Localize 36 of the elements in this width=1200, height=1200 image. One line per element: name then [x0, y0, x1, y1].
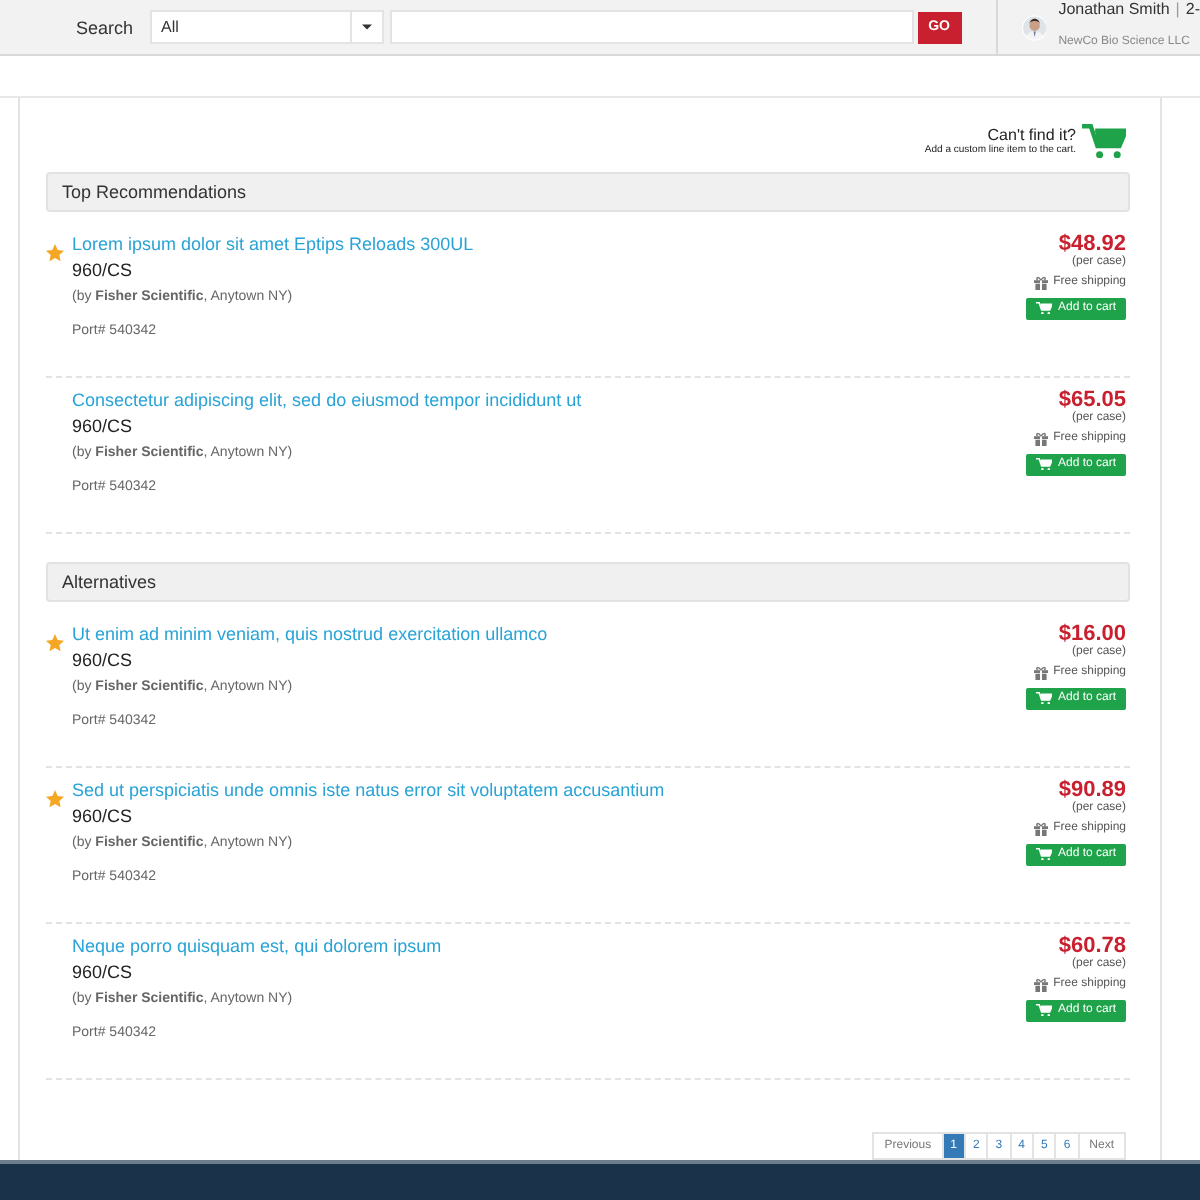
section-header: Top Recommendations	[46, 171, 1130, 212]
separator-text: |	[1175, 0, 1180, 19]
gift-icon	[1033, 275, 1048, 290]
caret-icon	[361, 24, 372, 31]
cant-find-title: Can't find it?	[985, 126, 1076, 145]
price: $90.89	[1058, 779, 1126, 802]
gift-icon	[1033, 977, 1048, 992]
cart-icon	[1035, 691, 1052, 705]
pack-size: 960/CS	[72, 959, 135, 986]
price: $65.05	[1058, 389, 1126, 412]
cart-icon	[1035, 457, 1052, 471]
cart-icon	[1035, 1003, 1052, 1017]
search-field[interactable]	[389, 10, 914, 45]
pack-size: 960/CS	[72, 647, 135, 674]
cart-icon	[1035, 847, 1052, 861]
price: $60.78	[1058, 935, 1126, 958]
gift-icon	[1033, 665, 1048, 680]
price: $48.92	[1058, 233, 1126, 256]
pack-size: 960/CS	[72, 413, 135, 440]
pack-size: 960/CS	[72, 257, 135, 284]
product-title-link[interactable]: Consectetur adipiscing elit, sed do eiusmod tempor incididunt ut	[72, 387, 582, 414]
price: $16.00	[1058, 623, 1126, 646]
search-label: Search	[76, 17, 134, 38]
section-header: Alternatives	[46, 561, 1130, 602]
gift-icon	[1033, 821, 1048, 836]
cart-icon	[1035, 301, 1052, 315]
product-title-link[interactable]: Neque porro quisquam est, qui dolorem ipsum	[72, 933, 442, 960]
product-title-link[interactable]: Sed ut perspiciatis unde omnis iste natus error sit voluptatem accusantium	[72, 777, 665, 804]
gift-icon	[1033, 431, 1048, 446]
cart-icon	[1082, 123, 1126, 159]
category-select[interactable]: All	[149, 10, 384, 45]
product-title-link[interactable]: Lorem ipsum dolor sit amet Eptips Reloads 300UL	[72, 231, 474, 258]
user-name[interactable]: Jonathan Smith	[1058, 0, 1170, 19]
product-title-link[interactable]: Ut enim ad minim veniam, quis nostrud exercitation ullamco	[72, 621, 548, 648]
pack-size: 960/CS	[72, 803, 135, 830]
user-detail: 2-	[1185, 0, 1200, 19]
